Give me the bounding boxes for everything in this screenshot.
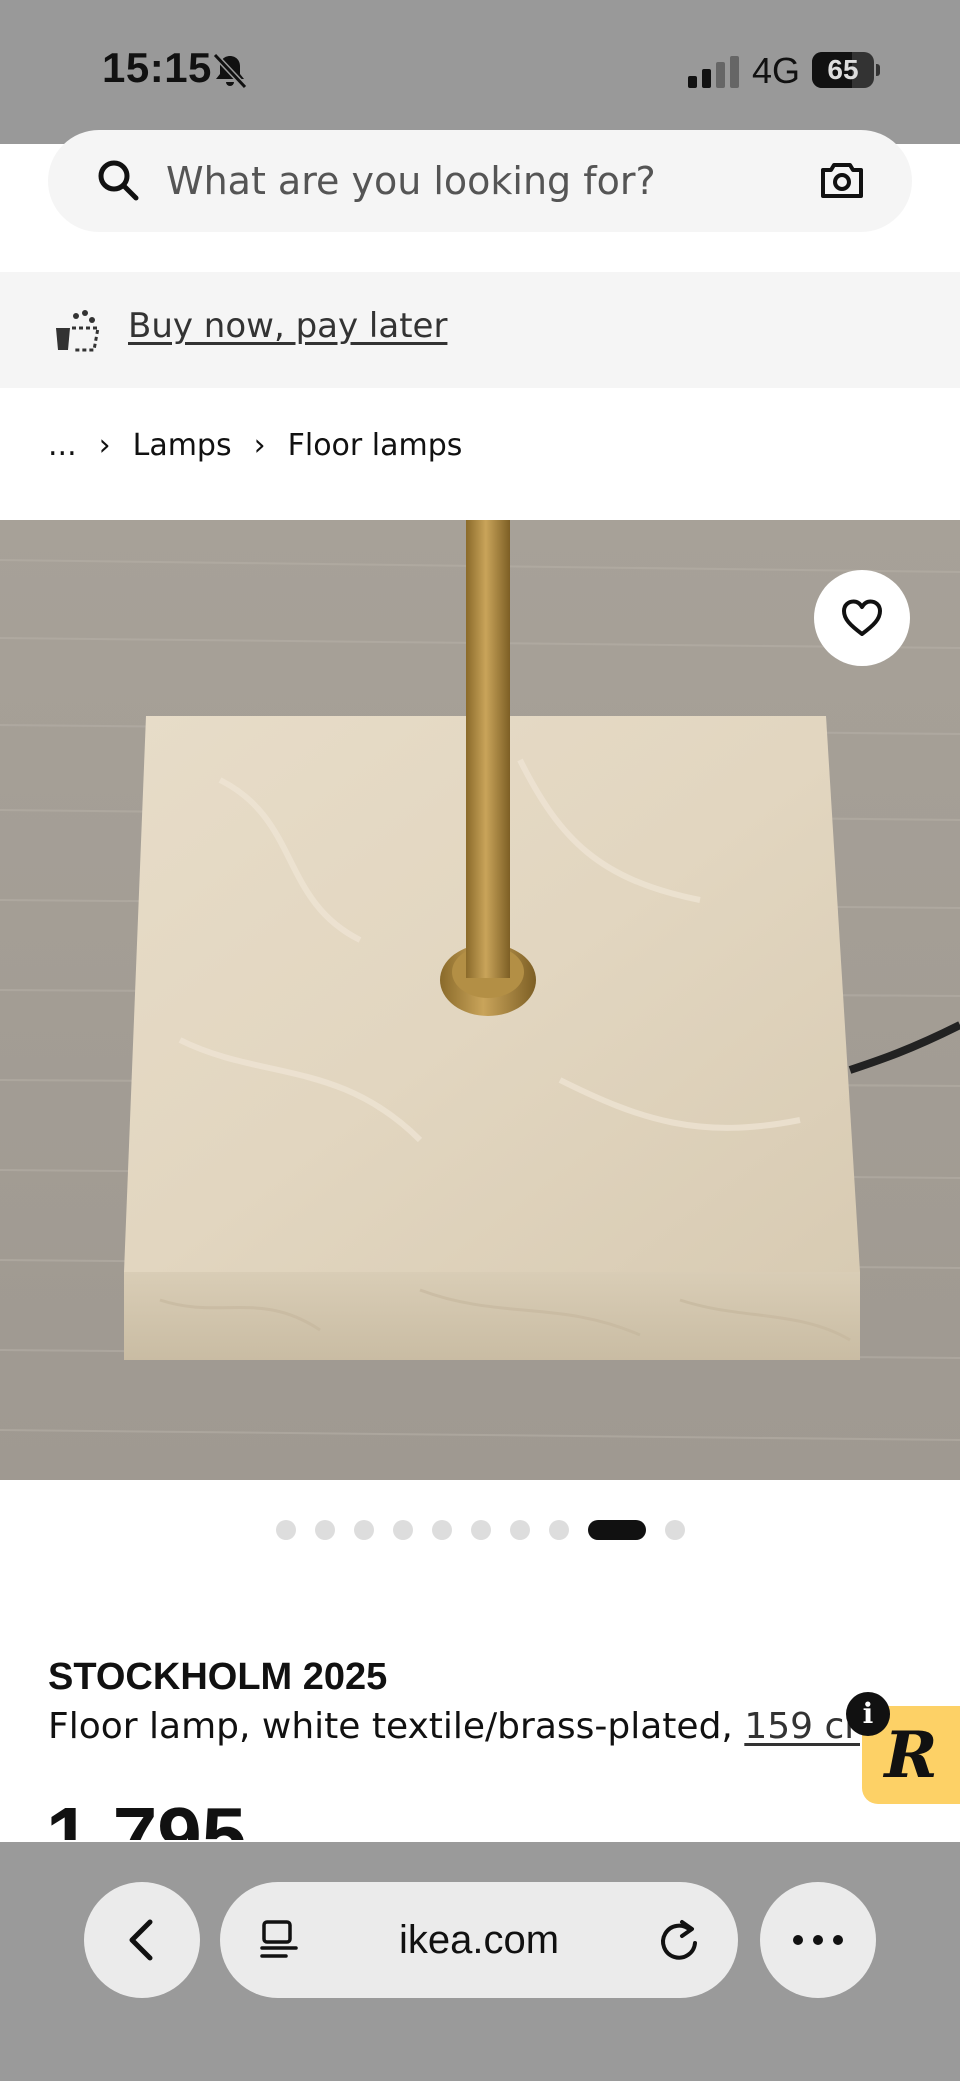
carousel-dot[interactable] [275, 1520, 296, 1540]
battery-level: 65 [827, 54, 859, 85]
address-bar[interactable]: ikea.com [220, 1882, 738, 1998]
carousel-dot[interactable] [353, 1520, 374, 1540]
carousel-dot[interactable] [470, 1520, 491, 1540]
carousel-dot[interactable] [431, 1520, 452, 1540]
battery-icon: 65 [812, 52, 880, 88]
info-icon[interactable]: i [846, 1692, 890, 1736]
product-name: STOCKHOLM 2025 [48, 1656, 388, 1698]
carousel-dot-active[interactable] [587, 1520, 646, 1540]
browser-toolbar: ikea.com [0, 1842, 960, 2081]
search-bar[interactable] [48, 130, 912, 232]
heart-icon[interactable] [840, 598, 884, 638]
breadcrumb: ... › Lamps › Floor lamps [48, 420, 462, 470]
chevron-right-icon: › [98, 427, 111, 463]
more-options-button[interactable] [760, 1882, 876, 1998]
product-photo [0, 520, 960, 1480]
breadcrumb-item-floor-lamps[interactable]: Floor lamps [288, 428, 463, 463]
shopping-basket-icon [56, 310, 100, 352]
add-to-favourites-button[interactable] [814, 570, 910, 666]
product-description: Floor lamp, white textile/brass-plated, … [48, 1706, 860, 1747]
image-carousel-indicator[interactable] [0, 1518, 960, 1542]
product-image[interactable] [0, 520, 960, 1480]
reader-icon[interactable] [258, 1918, 302, 1962]
status-bar: 15:15 4G 65 [0, 0, 960, 144]
signal-icon [688, 56, 739, 88]
search-input[interactable] [166, 152, 726, 210]
status-time: 15:15 [102, 44, 212, 91]
more-icon[interactable] [792, 1934, 844, 1946]
product-price: 1 795 [46, 1791, 247, 1840]
url-text[interactable]: ikea.com [310, 1882, 648, 1998]
product-type: Floor lamp, white textile/brass-plated, [48, 1706, 745, 1747]
reload-icon[interactable] [656, 1916, 702, 1964]
carousel-dot[interactable] [314, 1520, 335, 1540]
back-button[interactable] [84, 1882, 200, 1998]
network-type: 4G [752, 50, 801, 91]
back-chevron-icon[interactable] [122, 1916, 162, 1964]
camera-icon[interactable] [818, 156, 866, 204]
bell-muted-icon [212, 52, 248, 90]
chevron-right-icon: › [253, 427, 266, 463]
payment-banner: Buy now, pay later [0, 272, 960, 388]
carousel-dot[interactable] [664, 1520, 685, 1540]
carousel-dot[interactable] [548, 1520, 569, 1540]
carousel-dot[interactable] [392, 1520, 413, 1540]
breadcrumb-item-lamps[interactable]: Lamps [133, 428, 232, 463]
carousel-dot[interactable] [509, 1520, 530, 1540]
buy-now-pay-later-link[interactable]: Buy now, pay later [128, 306, 447, 346]
search-icon[interactable] [94, 156, 142, 204]
product-measure-link[interactable]: 159 cm [744, 1706, 860, 1747]
breadcrumb-item-more[interactable]: ... [48, 428, 77, 463]
